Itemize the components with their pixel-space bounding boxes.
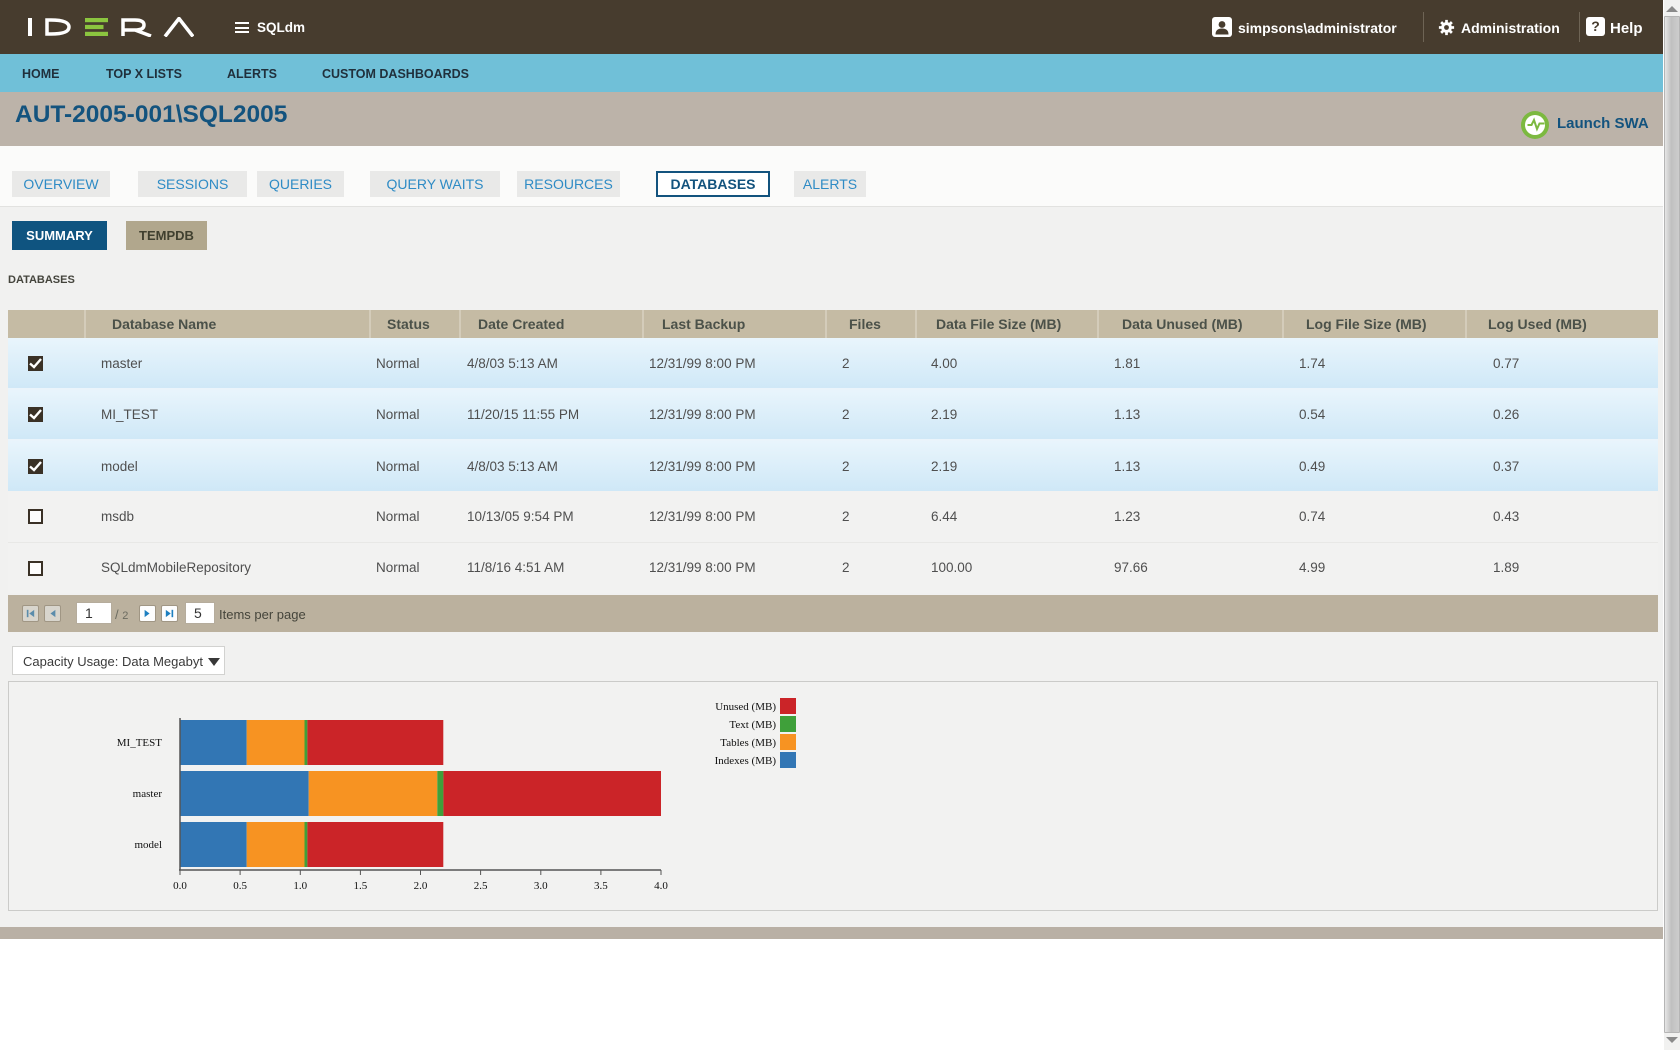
svg-text:Unused (MB): Unused (MB) <box>715 701 776 713</box>
svg-text:Text (MB): Text (MB) <box>729 719 776 731</box>
svg-text:1.0: 1.0 <box>293 880 307 892</box>
svg-text:0.5: 0.5 <box>233 880 247 892</box>
svg-text:master: master <box>133 788 163 800</box>
svg-text:2.5: 2.5 <box>474 880 488 892</box>
svg-text:4.0: 4.0 <box>654 880 668 892</box>
svg-text:0.0: 0.0 <box>173 880 187 892</box>
svg-text:model: model <box>135 839 163 851</box>
svg-text:MI_TEST: MI_TEST <box>117 737 163 749</box>
svg-text:3.0: 3.0 <box>534 880 548 892</box>
svg-text:Tables (MB): Tables (MB) <box>720 737 776 749</box>
svg-text:2.0: 2.0 <box>414 880 428 892</box>
svg-text:3.5: 3.5 <box>594 880 608 892</box>
svg-text:Indexes (MB): Indexes (MB) <box>715 755 777 767</box>
svg-text:1.5: 1.5 <box>354 880 368 892</box>
